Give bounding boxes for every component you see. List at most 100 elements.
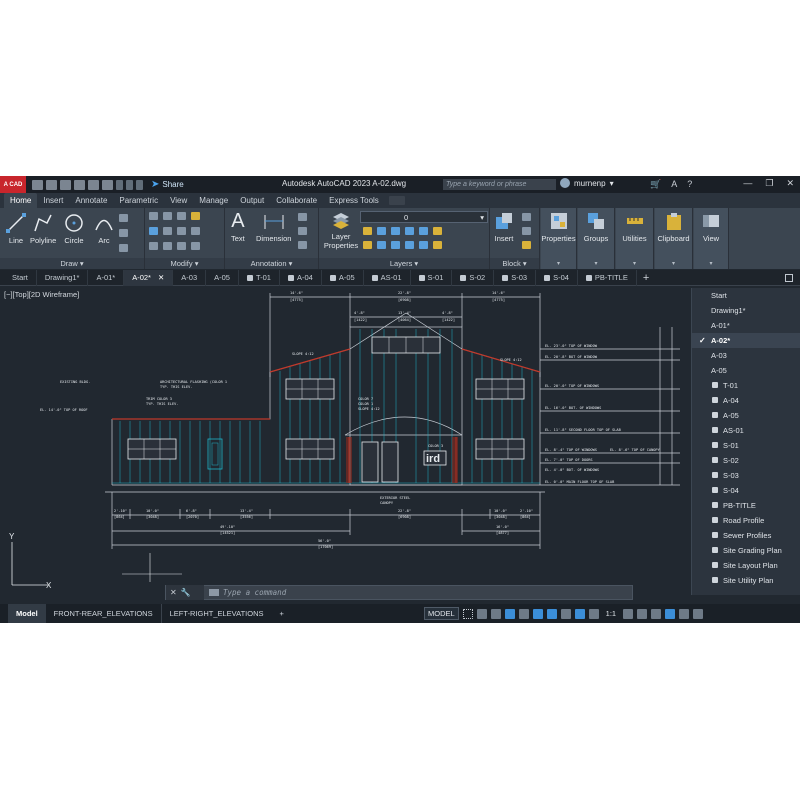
doc-tab[interactable]: S-01 [411,269,453,286]
gear-icon[interactable] [623,608,634,619]
object-snap-icon[interactable] [546,608,557,619]
tab-annotate[interactable]: Annotate [69,196,113,208]
menu-item[interactable]: Site Utility Plan [692,573,800,588]
menu-item[interactable]: S-04 [692,483,800,498]
tab-list-icon[interactable] [785,274,793,282]
ortho-icon[interactable] [490,608,501,619]
close-button[interactable]: ✕ [786,178,794,189]
layer-lock-icon[interactable] [405,227,414,235]
app-logo[interactable]: A CAD [0,176,26,193]
doc-tab[interactable]: A-04 [280,269,322,286]
polar-icon[interactable] [504,608,515,619]
menu-item[interactable]: A-05 [692,408,800,423]
wrench-icon[interactable]: 🔧 [181,588,191,597]
menu-item[interactable]: A-01* [692,318,800,333]
markup-icon[interactable] [298,241,307,249]
menu-item[interactable]: Site Layout Plan [692,558,800,573]
block-panel-title[interactable]: Block ▾ [490,258,539,269]
layer-isolate-icon[interactable] [377,227,386,235]
draw-panel-title[interactable]: Draw ▾ [0,258,144,269]
dimension-tool[interactable]: Dimension [256,213,291,243]
doc-tab[interactable]: S-03 [494,269,537,286]
doc-tab[interactable]: Drawing1* [37,269,89,286]
drawing-viewport[interactable]: 14'-6" [4775] 22'-8" [6908] 14'-6" [4775… [0,287,800,601]
doc-tab[interactable]: PB-TITLE [578,269,637,286]
menu-item[interactable]: Drawing1* [692,303,800,318]
menu-item[interactable]: A-05 [692,363,800,378]
text-tool[interactable]: A Text [231,211,245,243]
menu-item[interactable]: S-03 [692,468,800,483]
table-icon[interactable] [298,227,307,235]
object-snap-tracking-icon[interactable] [532,608,543,619]
modify-panel-title[interactable]: Modify ▾ [145,258,224,269]
snap-icon[interactable] [476,608,487,619]
minimize-button[interactable]: — [743,178,752,189]
layer-dropdown[interactable]: 0 ▾ [360,211,488,223]
doc-tab[interactable]: A-05 [206,269,239,286]
cart-icon[interactable]: 🛒 [650,179,661,190]
doc-tab[interactable]: T-01 [239,269,280,286]
layout-tab-model[interactable]: Model [8,604,46,623]
doc-tab[interactable]: A-05 [322,269,364,286]
layer-properties-tool[interactable]: Layer Properties [323,211,359,250]
offset-icon[interactable] [191,242,200,250]
menu-item[interactable]: Start [692,288,800,303]
layers-panel-title[interactable]: Layers ▾ [319,258,489,269]
menu-item[interactable]: Sewer Profiles [692,528,800,543]
layer-state-icon[interactable] [433,227,442,235]
properties-button[interactable]: Properties ▾ [541,208,577,269]
model-space-button[interactable]: MODEL [424,607,459,620]
leader-icon[interactable] [298,213,307,221]
layer-unlock-icon[interactable] [405,241,414,249]
customization-menu-icon[interactable] [693,608,704,619]
help-search-input[interactable]: Type a keyword or phrase [443,179,556,190]
menu-item[interactable]: T-01 [692,378,800,393]
annotation-panel-title[interactable]: Annotation ▾ [225,258,318,269]
isodraft-icon[interactable] [518,608,529,619]
menu-item[interactable]: Site Grading Plan [692,543,800,558]
polyline-tool[interactable]: Polyline [30,213,56,245]
command-input[interactable]: Type a command [204,588,286,597]
array-icon[interactable] [177,242,186,250]
add-layout-button[interactable]: + [272,604,292,623]
open-file-icon[interactable] [46,179,57,190]
plot-icon[interactable] [102,179,113,190]
mirror-icon[interactable] [163,227,172,235]
attribute-icon[interactable] [522,241,531,249]
annotation-visibility-icon[interactable] [574,608,585,619]
tab-manage[interactable]: Manage [193,196,234,208]
rotate-icon[interactable] [163,212,172,220]
layer-current-icon[interactable] [419,241,428,249]
doc-tab[interactable]: A-01* [88,269,125,286]
doc-tab[interactable]: A-03 [173,269,207,286]
hatch-icon[interactable] [119,229,128,237]
menu-item-checked[interactable]: ✓ A-02* [692,333,800,348]
help-icon[interactable]: ? [687,179,692,190]
layout-tab[interactable]: FRONT-REAR_ELEVATIONS [46,604,162,623]
ribbon-display-toggle[interactable] [388,196,405,205]
menu-item[interactable]: S-02 [692,453,800,468]
layer-thaw-icon[interactable] [391,241,400,249]
doc-tab-start[interactable]: Start [4,269,37,286]
autodesk-a-icon[interactable]: A [671,179,677,190]
plus-icon[interactable] [637,608,648,619]
utilities-button[interactable]: Utilities ▾ [616,208,654,269]
erase-icon[interactable] [191,212,200,220]
line-tool[interactable]: Line [6,213,26,245]
explode-icon[interactable] [191,227,200,235]
circle-tool[interactable]: Circle [64,213,84,245]
clean-screen-icon[interactable] [679,608,690,619]
new-tab-button[interactable]: + [637,272,655,284]
grid-icon[interactable] [462,608,473,619]
layer-walk-icon[interactable] [433,241,442,249]
layer-freeze-icon[interactable] [391,227,400,235]
edit-block-icon[interactable] [522,227,531,235]
scale-icon[interactable] [163,242,172,250]
doc-tab[interactable]: S-02 [452,269,495,286]
rectangle-icon[interactable] [119,214,128,222]
fillet-icon[interactable] [177,227,186,235]
tab-home[interactable]: Home [4,193,38,208]
annotation-scale[interactable]: 1:1 [603,608,619,619]
menu-item[interactable]: Road Profile [692,513,800,528]
trim-icon[interactable] [177,212,186,220]
